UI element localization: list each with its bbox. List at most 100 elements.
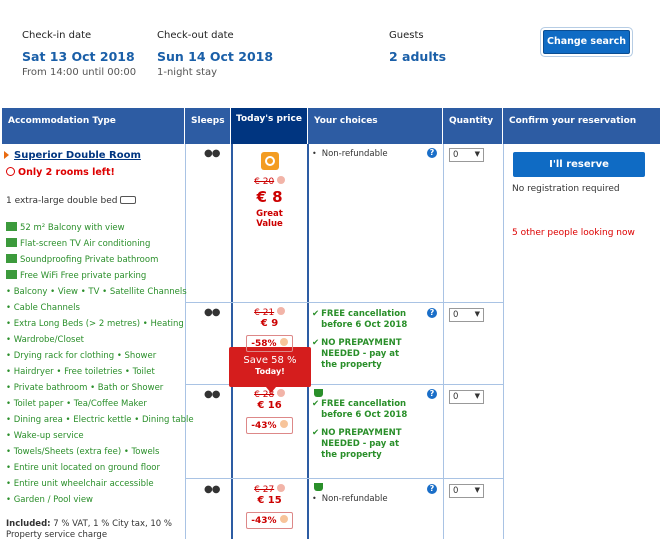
feature-line: • Wardrobe/Closet bbox=[6, 335, 85, 345]
discount-badge: -43% bbox=[232, 512, 307, 529]
sleeps-icon: ●● bbox=[204, 148, 220, 159]
great-value-icon bbox=[260, 152, 279, 170]
guests-label: Guests bbox=[389, 30, 424, 41]
choice-item: ✔ NO PREPAYMENT NEEDED - pay at the prope… bbox=[312, 338, 402, 370]
old-price: € 20 bbox=[232, 176, 307, 187]
feature-line: • Cable Channels bbox=[6, 303, 80, 313]
current-price: € 9 bbox=[260, 318, 279, 329]
only-rooms-text: Only 2 rooms left! bbox=[18, 167, 115, 178]
feature-text: 52 m² Balcony with view bbox=[20, 223, 125, 233]
feature-line: • Wake-up service bbox=[6, 431, 84, 441]
sleeps-icon: ●● bbox=[204, 389, 220, 400]
feature-text: Free WiFi Free private parking bbox=[20, 271, 147, 281]
current-price: € 8 bbox=[256, 188, 283, 206]
check-icon: ✔ bbox=[312, 399, 320, 409]
price-cell: € 21 € 9 -58% bbox=[232, 307, 307, 352]
quantity-select[interactable]: 0 bbox=[449, 148, 484, 162]
price-cell: € 20 € 8 Great Value bbox=[232, 152, 307, 229]
bed-info: 1 extra-large double bed bbox=[6, 196, 137, 206]
divider bbox=[185, 144, 186, 539]
info-icon[interactable]: ? bbox=[427, 389, 437, 399]
breakfast-icon bbox=[314, 389, 323, 397]
people-looking-note: 5 other people looking now bbox=[512, 228, 635, 238]
old-price: € 27 bbox=[232, 484, 307, 495]
feature-line: 52 m² Balcony with view bbox=[6, 222, 125, 233]
feature-text: Soundproofing Private bathroom bbox=[20, 255, 159, 265]
info-icon[interactable]: ? bbox=[427, 308, 437, 318]
checkout-block: Check-out date Sun 14 Oct 2018 1-night s… bbox=[157, 30, 273, 78]
feature-line: • Dining area • Electric kettle • Dining… bbox=[6, 415, 194, 425]
feature-line: • Garden / Pool view bbox=[6, 495, 93, 505]
feature-text: Flat-screen TV Air conditioning bbox=[20, 239, 151, 249]
header-quantity: Quantity bbox=[443, 108, 503, 144]
divider bbox=[503, 144, 504, 539]
header-accommodation: Accommodation Type bbox=[2, 108, 185, 144]
header-choices: Your choices bbox=[308, 108, 443, 144]
soundproof-icon bbox=[6, 254, 17, 263]
choice-item: ✔ NO PREPAYMENT NEEDED - pay at the prope… bbox=[312, 428, 402, 460]
wifi-icon bbox=[6, 270, 17, 279]
feature-line: Flat-screen TV Air conditioning bbox=[6, 238, 150, 249]
bed-icon bbox=[120, 196, 137, 204]
checkin-label: Check-in date bbox=[22, 30, 92, 41]
search-summary: Check-in date Sat 13 Oct 2018 From 14:00… bbox=[0, 0, 660, 101]
save-badge: Save 58 % Today! bbox=[229, 347, 311, 393]
stay-length: 1-night stay bbox=[157, 67, 218, 78]
divider bbox=[185, 302, 503, 303]
today-text: Today! bbox=[255, 367, 285, 376]
feature-line: • Towels/Sheets (extra fee) • Towels bbox=[6, 447, 160, 457]
feature-line: Soundproofing Private bathroom bbox=[6, 254, 158, 265]
feature-line: • Drying rack for clothing • Shower bbox=[6, 351, 157, 361]
breakfast-icon bbox=[314, 483, 323, 491]
checkout-label: Check-out date bbox=[157, 30, 234, 41]
feature-line: • Entire unit located on ground floor bbox=[6, 463, 160, 473]
feature-line: • Hairdryer • Free toiletries • Toilet bbox=[6, 367, 155, 377]
save-text: Save 58 % bbox=[243, 355, 297, 366]
change-search-button[interactable]: Change search bbox=[543, 30, 630, 54]
reserve-button[interactable]: I'll reserve bbox=[513, 152, 645, 177]
info-icon[interactable]: ? bbox=[427, 484, 437, 494]
quantity-select[interactable]: 0 bbox=[449, 308, 484, 322]
feature-line: • Extra Long Beds (> 2 metres) • Heating bbox=[6, 319, 184, 329]
old-price: € 21 bbox=[232, 307, 307, 318]
sleeps-icon: ●● bbox=[204, 307, 220, 318]
quantity-select[interactable]: 0 bbox=[449, 484, 484, 498]
current-price: € 15 bbox=[257, 495, 282, 506]
clock-icon bbox=[6, 167, 15, 176]
feature-line: • Toilet paper • Tea/Coffee Maker bbox=[6, 399, 147, 409]
arrow-icon bbox=[4, 151, 9, 159]
feature-line: • Balcony • View • TV • Satellite Channe… bbox=[6, 287, 187, 297]
feature-line: • Private bathroom • Bath or Shower bbox=[6, 383, 164, 393]
header-confirm: Confirm your reservation bbox=[503, 108, 660, 144]
checkin-block: Check-in date Sat 13 Oct 2018 From 14:00… bbox=[22, 30, 136, 78]
divider bbox=[443, 144, 444, 539]
feature-line: Free WiFi Free private parking bbox=[6, 270, 146, 281]
great-value-label: Great Value bbox=[256, 209, 283, 229]
discount-badge: -58% bbox=[232, 335, 307, 352]
check-icon: ✔ bbox=[312, 309, 320, 319]
no-registration-note: No registration required bbox=[512, 184, 620, 194]
included-taxes: Included: 7 % VAT, 1 % City tax, 10 % Pr… bbox=[6, 519, 182, 541]
room-title-link[interactable]: Superior Double Room bbox=[14, 150, 141, 161]
choice-cell: ✔ FREE cancellation before 6 Oct 2018 ✔ NO… bbox=[312, 309, 412, 371]
guests-block: Guests 2 adults bbox=[389, 30, 446, 64]
price-cell: € 28 € 16 -43% bbox=[232, 389, 307, 434]
tv-icon bbox=[6, 238, 17, 247]
choice-item: ✔ FREE cancellation before 6 Oct 2018 bbox=[312, 309, 408, 330]
choice-cell: • Non-refundable bbox=[312, 483, 388, 505]
feature-line: • Entire unit wheelchair accessible bbox=[6, 479, 154, 489]
discount-badge: -43% bbox=[232, 417, 307, 434]
info-icon[interactable]: ? bbox=[427, 148, 437, 158]
area-icon bbox=[6, 222, 17, 231]
choice-item: ✔ FREE cancellation before 6 Oct 2018 bbox=[312, 399, 408, 420]
sleeps-icon: ●● bbox=[204, 484, 220, 495]
choice-text: Non-refundable bbox=[321, 149, 388, 159]
old-price: € 28 bbox=[232, 389, 307, 400]
check-icon: ✔ bbox=[312, 428, 320, 438]
divider bbox=[307, 144, 309, 539]
checkout-date: Sun 14 Oct 2018 bbox=[157, 49, 274, 64]
checkin-time: From 14:00 until 00:00 bbox=[22, 67, 137, 78]
included-label: Included: bbox=[6, 519, 51, 529]
quantity-select[interactable]: 0 bbox=[449, 390, 484, 404]
bed-text: 1 extra-large double bed bbox=[6, 196, 118, 206]
